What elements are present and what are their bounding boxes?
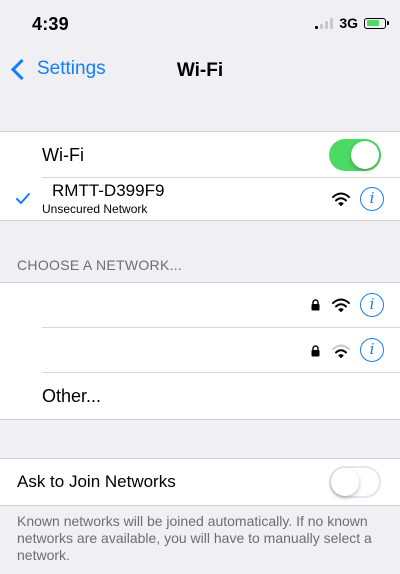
connected-network-row[interactable]: RMTT-D399F9 Unsecured Network i [0,178,400,220]
other-network-row[interactable]: Other... [0,373,400,419]
lock-icon [311,299,320,311]
info-icon[interactable]: i [360,293,384,317]
ask-to-join-group: Ask to Join Networks [0,458,400,506]
wifi-group: Wi-Fi RMTT-D399F9 Unsecured Network i [0,131,400,221]
status-indicators: 3G [315,15,389,31]
page-title: Wi-Fi [176,60,224,81]
lock-icon [311,345,320,357]
wifi-label: Wi-Fi [42,145,84,165]
wifi-signal-icon [332,298,350,312]
info-icon[interactable]: i [360,187,384,211]
networks-group: i i Other... [0,282,400,420]
info-icon[interactable]: i [360,338,384,362]
connected-network-subtitle: Unsecured Network [42,202,148,216]
status-time: 4:39 [32,14,69,34]
checkmark-icon [16,193,30,204]
ask-to-join-footer: Known networks will be joined automatica… [17,513,372,563]
wifi-toggle[interactable] [329,139,381,171]
ask-to-join-label: Ask to Join Networks [17,472,176,491]
ask-to-join-toggle[interactable] [329,466,381,498]
wifi-signal-icon [332,344,350,358]
cellular-signal-icon [315,17,334,29]
network-type-label: 3G [339,15,358,31]
network-row[interactable]: i [0,328,400,373]
choose-network-header: CHOOSE A NETWORK... [17,257,183,273]
connected-network-name: RMTT-D399F9 [52,181,165,200]
network-row[interactable]: i [0,283,400,328]
other-network-label: Other... [42,386,102,406]
ask-to-join-row: Ask to Join Networks [0,459,400,505]
wifi-toggle-row: Wi-Fi [0,132,400,178]
wifi-signal-icon [332,192,350,206]
battery-charging-icon [364,17,389,29]
